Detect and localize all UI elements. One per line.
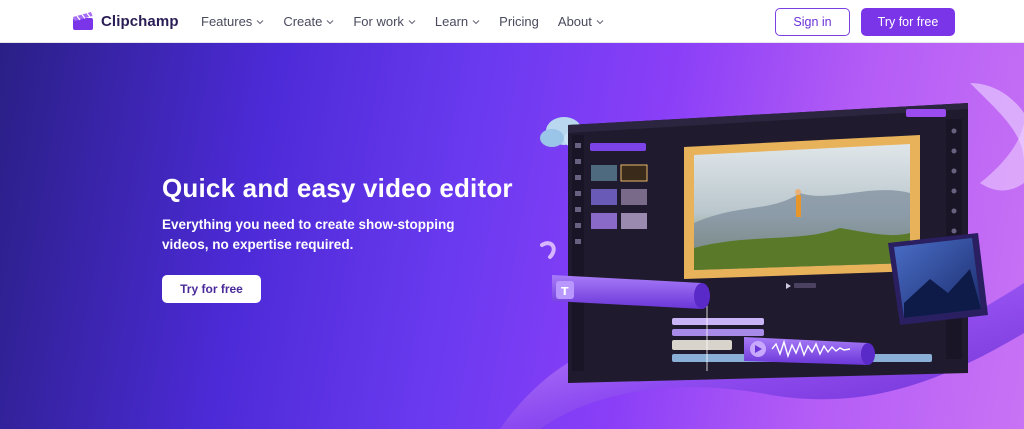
- brand-name: Clipchamp: [101, 12, 179, 30]
- menu-item-label: Pricing: [499, 14, 539, 29]
- chevron-down-icon: [472, 19, 480, 24]
- menu-item-features[interactable]: Features: [201, 14, 264, 29]
- chevron-down-icon: [326, 19, 334, 24]
- decorative-swoosh: [540, 241, 556, 259]
- menu-item-for-work[interactable]: For work: [353, 14, 416, 29]
- chevron-down-icon: [408, 19, 416, 24]
- menu-item-label: Features: [201, 14, 253, 29]
- menu-item-about[interactable]: About: [558, 14, 604, 29]
- menu-item-label: Create: [283, 14, 323, 29]
- menu-item-label: For work: [353, 14, 404, 29]
- text-icon: T: [561, 285, 569, 298]
- hero-subtitle: Everything you need to create show-stopp…: [162, 217, 455, 252]
- main-menu: Features Create For work Learn Pricing A…: [201, 0, 623, 43]
- sign-in-button[interactable]: Sign in: [775, 8, 850, 36]
- chevron-down-icon: [596, 19, 604, 24]
- phone-preview: [888, 233, 988, 325]
- try-for-free-nav-button[interactable]: Try for free: [861, 8, 955, 36]
- brand-logo[interactable]: Clipchamp: [72, 11, 179, 31]
- menu-item-label: About: [557, 14, 592, 29]
- hero-title: Quick and easy video editor: [162, 173, 513, 203]
- menu-item-learn[interactable]: Learn: [435, 14, 480, 29]
- menu-item-label: Learn: [434, 14, 469, 29]
- top-navigation: Clipchamp Features Create For work Learn…: [0, 0, 1024, 43]
- clipchamp-logo-icon: [72, 11, 94, 31]
- hero-illustration: T: [500, 83, 1024, 429]
- menu-item-create[interactable]: Create: [283, 14, 334, 29]
- chevron-down-icon: [256, 19, 264, 24]
- menu-item-pricing[interactable]: Pricing: [499, 14, 539, 29]
- try-for-free-hero-button[interactable]: Try for free: [162, 275, 261, 303]
